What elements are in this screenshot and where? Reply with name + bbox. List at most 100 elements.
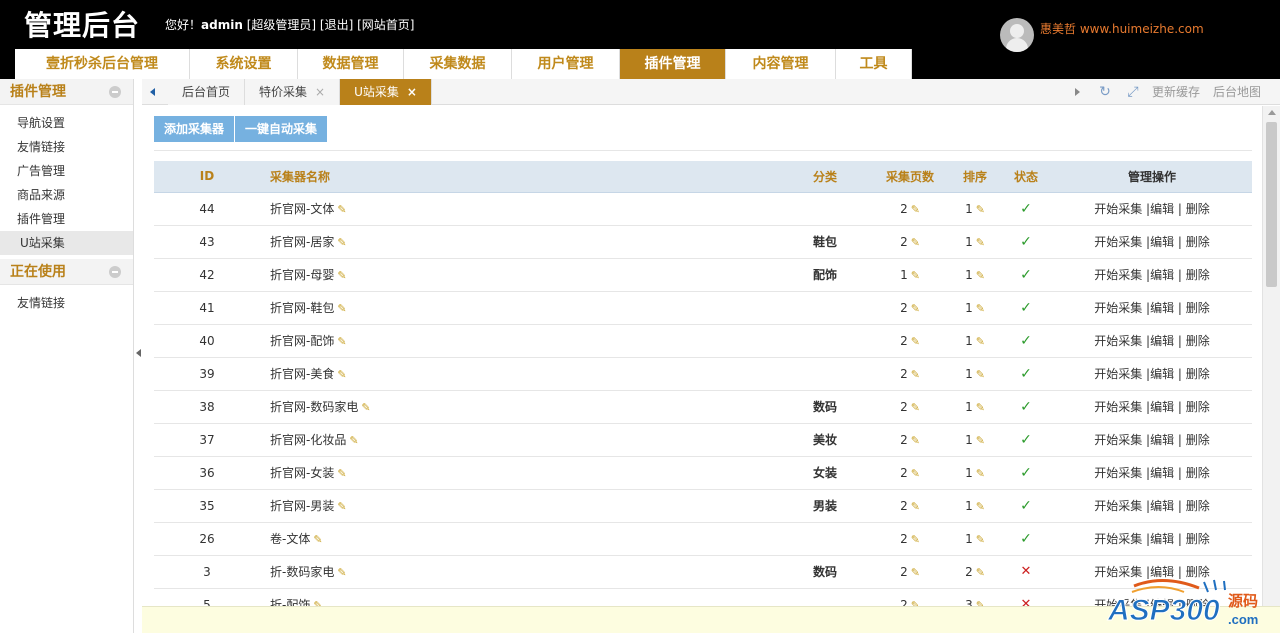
start-collect-link[interactable]: 开始采集: [1094, 235, 1142, 249]
delete-link[interactable]: | 删除: [1178, 466, 1210, 480]
edit-link[interactable]: |编辑: [1146, 301, 1174, 315]
pencil-icon[interactable]: ✎: [337, 368, 346, 381]
pencil-icon[interactable]: ✎: [976, 500, 985, 513]
nav-item[interactable]: 壹折秒杀后台管理: [15, 49, 190, 79]
tab[interactable]: U站采集 ×: [340, 79, 432, 105]
pencil-icon[interactable]: ✎: [976, 368, 985, 381]
check-icon[interactable]: ✓: [1020, 432, 1032, 448]
pencil-icon[interactable]: ✎: [337, 566, 346, 579]
check-icon[interactable]: ✓: [1020, 300, 1032, 316]
pencil-icon[interactable]: ✎: [911, 203, 920, 216]
sidebar-item[interactable]: 导航设置: [0, 111, 133, 135]
pencil-icon[interactable]: ✎: [911, 302, 920, 315]
close-icon[interactable]: ×: [407, 85, 417, 99]
edit-link[interactable]: |编辑: [1146, 400, 1174, 414]
close-icon[interactable]: ×: [315, 85, 325, 99]
edit-link[interactable]: |编辑: [1146, 466, 1174, 480]
pencil-icon[interactable]: ✎: [976, 566, 985, 579]
check-icon[interactable]: ✓: [1020, 399, 1032, 415]
pencil-icon[interactable]: ✎: [911, 401, 920, 414]
nav-item[interactable]: 用户管理: [512, 49, 620, 79]
tab-next-icon[interactable]: [1072, 85, 1082, 99]
column-header-pages[interactable]: 采集页数: [870, 161, 950, 193]
delete-link[interactable]: | 删除: [1178, 334, 1210, 348]
edit-link[interactable]: |编辑: [1146, 532, 1174, 546]
auto-collect-button[interactable]: 一键自动采集: [235, 116, 329, 142]
add-collector-button[interactable]: 添加采集器: [154, 116, 236, 142]
scroll-up-icon[interactable]: [1268, 110, 1276, 115]
nav-item[interactable]: 采集数据: [404, 49, 512, 79]
delete-link[interactable]: | 删除: [1178, 433, 1210, 447]
pencil-icon[interactable]: ✎: [911, 269, 920, 282]
pencil-icon[interactable]: ✎: [313, 599, 322, 606]
start-collect-link[interactable]: 开始采集: [1094, 334, 1142, 348]
pencil-icon[interactable]: ✎: [911, 467, 920, 480]
pencil-icon[interactable]: ✎: [313, 533, 322, 546]
check-icon[interactable]: ✓: [1020, 366, 1032, 382]
nav-item[interactable]: 系统设置: [190, 49, 298, 79]
refresh-cache-link[interactable]: 更新缓存: [1152, 79, 1200, 105]
edit-link[interactable]: |编辑: [1146, 235, 1174, 249]
sidebar-item[interactable]: 商品来源: [0, 183, 133, 207]
delete-link[interactable]: | 删除: [1178, 235, 1210, 249]
fullscreen-icon[interactable]: ⤢: [1125, 84, 1141, 100]
sitemap-link[interactable]: 后台地图: [1213, 79, 1261, 105]
check-icon[interactable]: ✓: [1020, 267, 1032, 283]
sidebar-item[interactable]: 友情链接: [0, 135, 133, 159]
check-icon[interactable]: ✓: [1020, 201, 1032, 217]
pencil-icon[interactable]: ✎: [976, 302, 985, 315]
collapse-icon[interactable]: [109, 266, 121, 278]
start-collect-link[interactable]: 开始采集: [1094, 301, 1142, 315]
check-icon[interactable]: ✓: [1020, 531, 1032, 547]
pencil-icon[interactable]: ✎: [337, 302, 346, 315]
pencil-icon[interactable]: ✎: [976, 335, 985, 348]
pencil-icon[interactable]: ✎: [976, 599, 985, 607]
scroll-thumb[interactable]: [1266, 122, 1277, 287]
delete-link[interactable]: | 删除: [1178, 499, 1210, 513]
pencil-icon[interactable]: ✎: [911, 368, 920, 381]
pencil-icon[interactable]: ✎: [976, 467, 985, 480]
start-collect-link[interactable]: 开始采集: [1094, 532, 1142, 546]
edit-link[interactable]: |编辑: [1146, 433, 1174, 447]
pencil-icon[interactable]: ✎: [911, 599, 920, 607]
start-collect-link[interactable]: 开始采集: [1094, 367, 1142, 381]
tab[interactable]: 特价采集 ×: [245, 79, 341, 105]
nav-item[interactable]: 工具: [836, 49, 912, 79]
edit-link[interactable]: |编辑: [1146, 268, 1174, 282]
pencil-icon[interactable]: ✎: [976, 269, 985, 282]
delete-link[interactable]: | 删除: [1178, 301, 1210, 315]
pencil-icon[interactable]: ✎: [976, 236, 985, 249]
site-home-link[interactable]: [网站首页]: [357, 18, 414, 32]
pencil-icon[interactable]: ✎: [911, 500, 920, 513]
check-icon[interactable]: ✓: [1020, 333, 1032, 349]
avatar[interactable]: [1000, 18, 1034, 52]
pencil-icon[interactable]: ✎: [976, 401, 985, 414]
sidebar-item[interactable]: U站采集: [0, 231, 133, 255]
pencil-icon[interactable]: ✎: [361, 401, 370, 414]
edit-link[interactable]: |编辑: [1146, 202, 1174, 216]
delete-link[interactable]: | 删除: [1178, 268, 1210, 282]
collapse-icon[interactable]: [109, 86, 121, 98]
pencil-icon[interactable]: ✎: [911, 533, 920, 546]
pencil-icon[interactable]: ✎: [976, 533, 985, 546]
column-header-status[interactable]: 状态: [1000, 161, 1052, 193]
nav-item[interactable]: 内容管理: [726, 49, 836, 79]
check-icon[interactable]: ✓: [1020, 465, 1032, 481]
start-collect-link[interactable]: 开始采集: [1094, 268, 1142, 282]
column-header-id[interactable]: ID: [154, 161, 260, 193]
pencil-icon[interactable]: ✎: [911, 236, 920, 249]
edit-link[interactable]: |编辑: [1146, 367, 1174, 381]
pencil-icon[interactable]: ✎: [976, 203, 985, 216]
check-icon[interactable]: ✓: [1020, 234, 1032, 250]
pencil-icon[interactable]: ✎: [911, 335, 920, 348]
logout-link[interactable]: [退出]: [320, 18, 353, 32]
cross-icon[interactable]: ✕: [1021, 564, 1032, 579]
pencil-icon[interactable]: ✎: [337, 467, 346, 480]
tab-prev-icon[interactable]: [148, 85, 158, 99]
nav-item[interactable]: 插件管理: [620, 49, 726, 79]
nav-item[interactable]: 数据管理: [298, 49, 404, 79]
column-header-order[interactable]: 排序: [950, 161, 1000, 193]
edit-link[interactable]: |编辑: [1146, 499, 1174, 513]
pencil-icon[interactable]: ✎: [976, 434, 985, 447]
user-display-name[interactable]: 惠美哲 www.huimeizhe.com: [1040, 20, 1204, 37]
